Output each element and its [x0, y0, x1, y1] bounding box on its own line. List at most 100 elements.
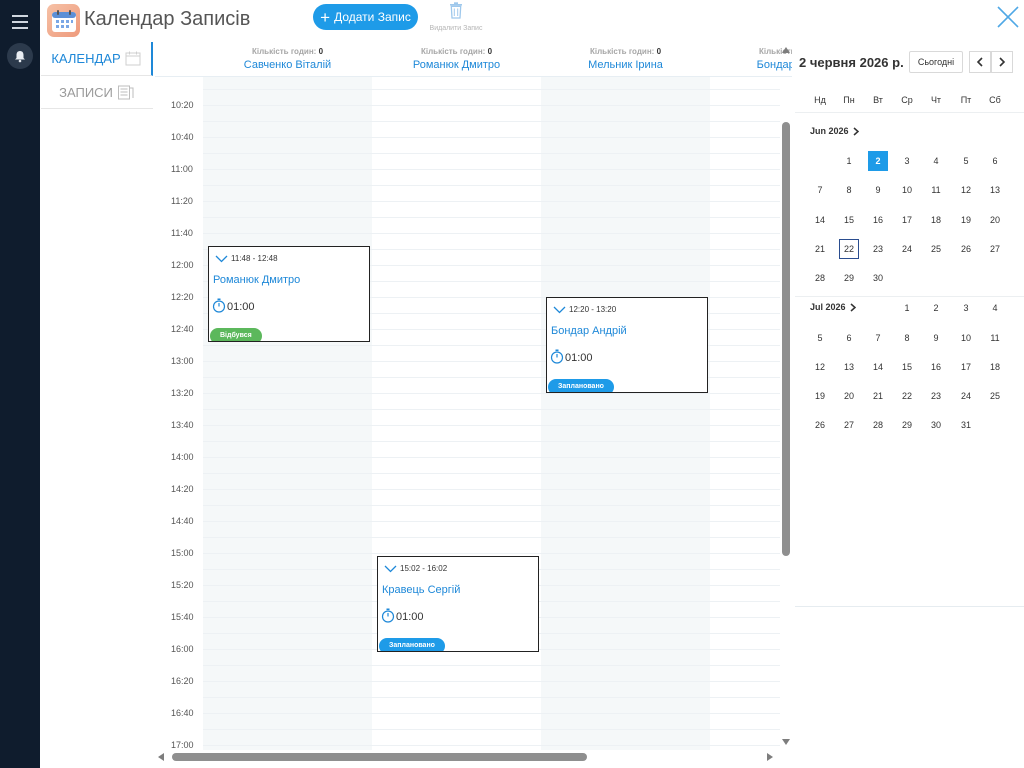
calendar-day[interactable]: 16 — [926, 357, 946, 377]
scroll-down-arrow-icon[interactable] — [782, 739, 790, 745]
resource-name[interactable]: Савченко Віталій — [203, 59, 372, 71]
calendar-day[interactable]: 11 — [985, 328, 1005, 348]
scroll-left-arrow-icon[interactable] — [158, 753, 164, 761]
appointment-client-name[interactable]: Кравець Сергій — [382, 584, 460, 596]
calendar-day[interactable]: 14 — [868, 357, 888, 377]
calendar-day[interactable]: 22 — [897, 386, 917, 406]
calendar-day[interactable]: 4 — [985, 298, 1005, 318]
calendar-day[interactable]: 27 — [839, 415, 859, 435]
calendar-day[interactable]: 3 — [956, 298, 976, 318]
calendar-day[interactable]: 7 — [810, 180, 830, 200]
calendar-day[interactable]: 24 — [897, 239, 917, 259]
tab-records[interactable]: ЗАПИСИ — [41, 76, 153, 109]
resource-name[interactable]: Романюк Дмитро — [372, 59, 541, 71]
calendar-day[interactable]: 6 — [839, 328, 859, 348]
calendar-day[interactable]: 17 — [956, 357, 976, 377]
time-label: 12:20 — [171, 292, 194, 302]
calendar-day[interactable]: 6 — [985, 151, 1005, 171]
resource-name[interactable]: Мельник Ірина — [541, 59, 710, 71]
calendar-day[interactable]: 13 — [985, 180, 1005, 200]
calendar-day[interactable]: 9 — [868, 180, 888, 200]
close-icon[interactable] — [994, 3, 1022, 31]
time-label: 14:00 — [171, 452, 194, 462]
calendar-day[interactable]: 12 — [810, 357, 830, 377]
calendar-day[interactable]: 19 — [956, 210, 976, 230]
time-slot-line — [203, 489, 780, 490]
calendar-day[interactable]: 9 — [926, 328, 946, 348]
time-slot-line — [203, 121, 780, 122]
appointment-client-name[interactable]: Романюк Дмитро — [213, 274, 300, 286]
appointment-card[interactable]: 15:02 - 16:02 Кравець Сергій 01:00 Запланов… — [377, 556, 539, 652]
calendar-day[interactable]: 17 — [897, 210, 917, 230]
calendar-day[interactable]: 24 — [956, 386, 976, 406]
calendar-day[interactable]: 27 — [985, 239, 1005, 259]
add-appointment-button[interactable]: + Додати Запис — [313, 4, 418, 30]
calendar-day[interactable]: 11 — [926, 180, 946, 200]
calendar-day[interactable]: 29 — [839, 268, 859, 288]
calendar-day[interactable]: 23 — [926, 386, 946, 406]
month-label[interactable]: Jun 2026 — [810, 126, 859, 136]
calendar-day[interactable]: 10 — [897, 180, 917, 200]
calendar-day[interactable]: 16 — [868, 210, 888, 230]
calendar-day[interactable]: 3 — [897, 151, 917, 171]
prev-date-button[interactable] — [969, 51, 991, 73]
calendar-day[interactable]: 20 — [839, 386, 859, 406]
calendar-day[interactable]: 1 — [839, 151, 859, 171]
calendar-day[interactable]: 30 — [926, 415, 946, 435]
calendar-day[interactable]: 26 — [956, 239, 976, 259]
calendar-day[interactable]: 13 — [839, 357, 859, 377]
appointment-card[interactable]: 11:48 - 12:48 Романюк Дмитро 01:00 Відбувся — [208, 246, 370, 342]
horizontal-scroll-thumb[interactable] — [172, 753, 587, 761]
appointment-client-name[interactable]: Бондар Андрій — [551, 325, 627, 337]
calendar-day[interactable]: 21 — [868, 386, 888, 406]
calendar-day[interactable]: 8 — [839, 180, 859, 200]
calendar-day[interactable]: 22 — [839, 238, 859, 259]
calendar-day[interactable]: 12 — [956, 180, 976, 200]
scroll-up-arrow-icon[interactable] — [782, 47, 790, 53]
calendar-day[interactable]: 26 — [810, 415, 830, 435]
calendar-day[interactable]: 5 — [810, 328, 830, 348]
today-button[interactable]: Сьогодні — [909, 51, 963, 73]
calendar-day[interactable]: 20 — [985, 210, 1005, 230]
time-slot-line — [203, 233, 780, 234]
chevron-down-icon[interactable] — [384, 565, 397, 573]
left-rail — [0, 0, 40, 768]
calendar-day[interactable]: 19 — [810, 386, 830, 406]
time-label: 11:40 — [171, 228, 193, 238]
calendar-day[interactable]: 1 — [897, 298, 917, 318]
horizontal-scrollbar[interactable] — [155, 750, 780, 764]
tab-calendar[interactable]: КАЛЕНДАР — [41, 42, 153, 76]
calendar-day[interactable]: 25 — [926, 239, 946, 259]
calendar-day[interactable]: 15 — [839, 210, 859, 230]
vertical-scroll-thumb[interactable] — [782, 122, 790, 556]
menu-icon[interactable] — [12, 15, 28, 29]
delete-appointment-button[interactable]: Видалити Запис — [421, 2, 491, 32]
calendar-day[interactable]: 18 — [926, 210, 946, 230]
calendar-day[interactable]: 10 — [956, 328, 976, 348]
calendar-day[interactable]: 25 — [985, 386, 1005, 406]
calendar-day[interactable]: 14 — [810, 210, 830, 230]
calendar-day[interactable]: 30 — [868, 268, 888, 288]
notifications-bell-icon[interactable] — [7, 43, 33, 69]
calendar-day[interactable]: 4 — [926, 151, 946, 171]
calendar-day[interactable]: 8 — [897, 328, 917, 348]
calendar-day[interactable]: 29 — [897, 415, 917, 435]
appointment-card[interactable]: 12:20 - 13:20 Бондар Андрій 01:00 Запланова… — [546, 297, 708, 393]
chevron-down-icon[interactable] — [553, 306, 566, 314]
calendar-day[interactable]: 31 — [956, 415, 976, 435]
calendar-day[interactable]: 28 — [810, 268, 830, 288]
calendar-day[interactable]: 2 — [868, 151, 888, 171]
chevron-down-icon[interactable] — [215, 255, 228, 263]
calendar-day[interactable]: 5 — [956, 151, 976, 171]
next-date-button[interactable] — [991, 51, 1013, 73]
calendar-day[interactable]: 28 — [868, 415, 888, 435]
calendar-day[interactable]: 18 — [985, 357, 1005, 377]
calendar-day[interactable]: 2 — [926, 298, 946, 318]
vertical-scrollbar[interactable] — [780, 42, 792, 750]
month-label[interactable]: Jul 2026 — [810, 302, 856, 312]
calendar-day[interactable]: 7 — [868, 328, 888, 348]
calendar-day[interactable]: 21 — [810, 239, 830, 259]
scroll-right-arrow-icon[interactable] — [767, 753, 773, 761]
calendar-day[interactable]: 23 — [868, 239, 888, 259]
calendar-day[interactable]: 15 — [897, 357, 917, 377]
